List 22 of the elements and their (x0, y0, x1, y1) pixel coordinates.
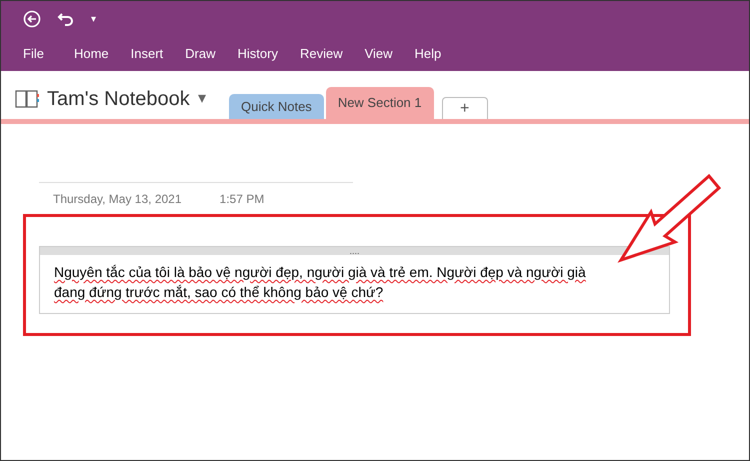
menu-tab[interactable]: Insert (130, 44, 164, 64)
menu-tab[interactable]: Draw (185, 44, 216, 64)
notebook-icon (15, 89, 39, 109)
note-text[interactable]: Nguyên tắc của tôi là bảo vệ người đẹp, người già và trẻ em. Người đẹp và người già đang đứng trước mắt, sao có thể không bảo vệ chứ? (40, 255, 669, 302)
menu-tab[interactable]: File (23, 44, 44, 64)
undo-icon[interactable] (57, 11, 75, 27)
customize-toolbar-button[interactable]: ▾ (91, 12, 96, 26)
page-time: 1:57 PM (220, 191, 264, 208)
back-icon[interactable] (23, 10, 41, 28)
menu-tab[interactable]: Review (300, 44, 343, 64)
notebook-title[interactable]: Tam's Notebook (47, 84, 190, 114)
page-date: Thursday, May 13, 2021 (53, 191, 182, 208)
menu-tab[interactable]: Home (74, 44, 109, 64)
add-section-tab[interactable]: + (442, 97, 488, 119)
section-tab[interactable]: New Section 1 (326, 87, 434, 119)
note-container[interactable]: .... Nguyên tắc của tôi là bảo vệ người đẹp, người già và trẻ em. Người đẹp và người già đang đứng trước mắt, sao có thể không bảo vệ chứ? (39, 246, 670, 314)
menu-tab[interactable]: Help (414, 44, 442, 64)
drag-handle[interactable]: .... (349, 246, 360, 256)
menu-tab[interactable]: View (364, 44, 393, 64)
menu-tab[interactable]: History (238, 44, 278, 64)
notebook-dropdown[interactable]: ▾ (198, 87, 206, 111)
section-tab[interactable]: Quick Notes (229, 94, 324, 119)
